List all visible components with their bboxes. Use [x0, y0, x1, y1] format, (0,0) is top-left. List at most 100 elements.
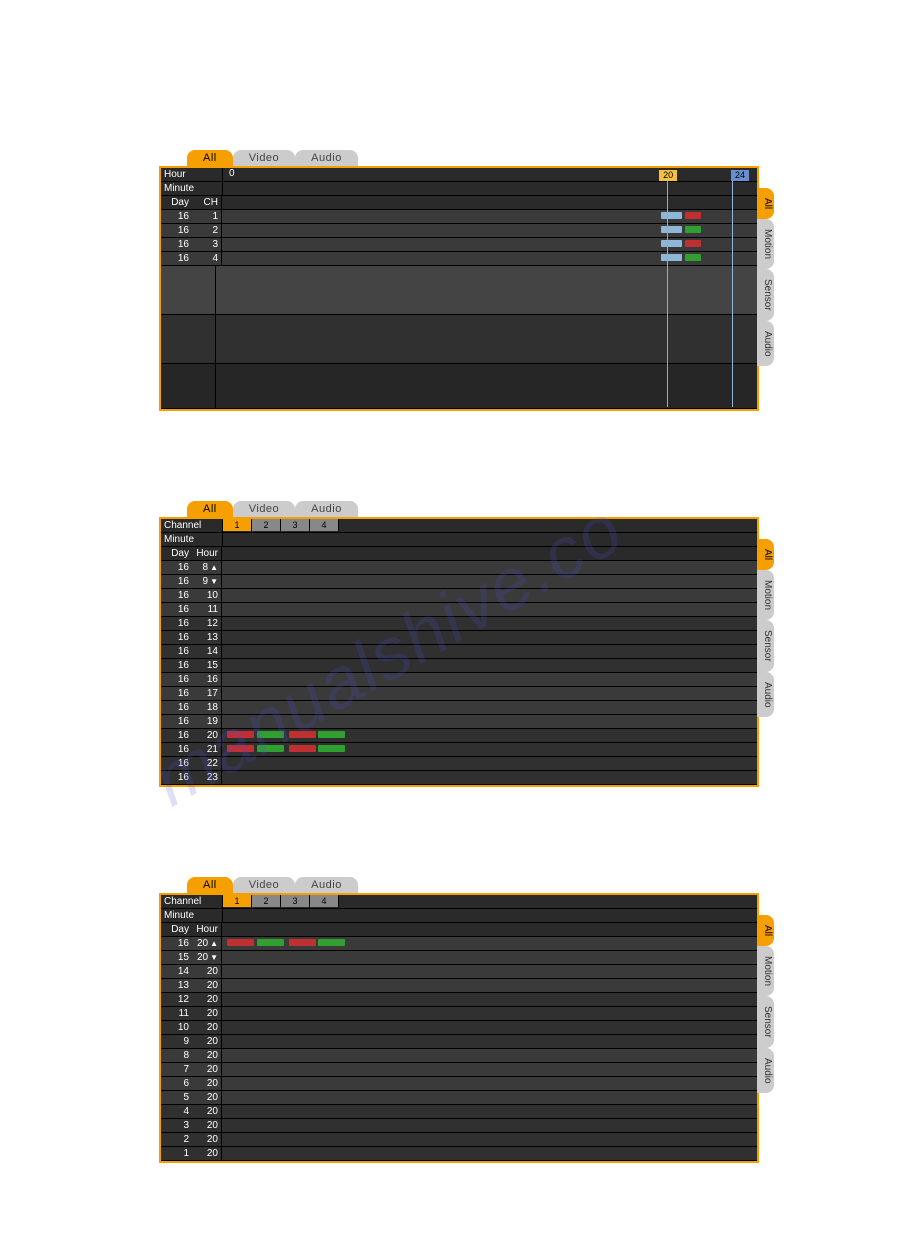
- tab-all[interactable]: All: [187, 877, 233, 893]
- channel-2[interactable]: 2: [252, 895, 281, 907]
- side-motion[interactable]: Motion: [757, 219, 774, 269]
- tab-audio[interactable]: Audio: [295, 150, 358, 166]
- hour-cell: 20: [192, 1092, 221, 1103]
- tab-all[interactable]: All: [187, 501, 233, 517]
- timeline-row[interactable]: [222, 979, 757, 992]
- timeline-row[interactable]: [222, 673, 757, 686]
- timeline-row[interactable]: [222, 1007, 757, 1020]
- side-sensor[interactable]: Sensor: [757, 996, 774, 1048]
- timeline-row[interactable]: [222, 1091, 757, 1104]
- tab-all[interactable]: All: [187, 150, 233, 166]
- day-cell: 16: [161, 702, 192, 713]
- timeline-row[interactable]: [222, 210, 757, 223]
- timeline-row[interactable]: [222, 224, 757, 237]
- side-sensor[interactable]: Sensor: [757, 269, 774, 321]
- hour-cell: 20: [192, 1106, 221, 1117]
- arrow-up-icon[interactable]: ▲: [208, 563, 218, 572]
- day-cell: 16: [161, 744, 192, 755]
- minute-label: Minute: [161, 910, 222, 921]
- day-cell: 5: [161, 1092, 192, 1103]
- timeline-row[interactable]: [222, 1105, 757, 1118]
- timeline-row[interactable]: [222, 589, 757, 602]
- ch-header: CH: [192, 197, 221, 208]
- timeline-row[interactable]: [222, 715, 757, 728]
- channel-1[interactable]: 1: [223, 895, 252, 907]
- side-motion[interactable]: Motion: [757, 946, 774, 996]
- arrow-up-icon[interactable]: ▲: [208, 939, 218, 948]
- channel-4[interactable]: 4: [310, 895, 339, 907]
- side-audio[interactable]: Audio: [757, 672, 774, 718]
- timeline-row[interactable]: [222, 1063, 757, 1076]
- side-audio[interactable]: Audio: [757, 1048, 774, 1094]
- day-cell: 12: [161, 994, 192, 1005]
- arrow-down-icon[interactable]: ▼: [208, 577, 218, 586]
- timeline-row[interactable]: [222, 252, 757, 265]
- timeline-row[interactable]: [222, 659, 757, 672]
- timeline-row[interactable]: [222, 1077, 757, 1090]
- timeline-row[interactable]: [222, 687, 757, 700]
- timeline-row[interactable]: [222, 603, 757, 616]
- hour-cell: 20▲: [192, 938, 221, 949]
- timeline-panel-channel-hour: All Motion Sensor Audio Channel 1 2 3 4 …: [159, 517, 759, 787]
- tab-video[interactable]: Video: [233, 877, 295, 893]
- hour-cell: 20: [192, 994, 221, 1005]
- channel-4[interactable]: 4: [310, 519, 339, 531]
- timeline-row[interactable]: [222, 993, 757, 1006]
- timeline-row[interactable]: [222, 238, 757, 251]
- hour-cell: 16: [192, 674, 221, 685]
- hour-cell: 20: [192, 1148, 221, 1159]
- timeline-row[interactable]: [222, 561, 757, 574]
- channel-label: Channel: [161, 520, 222, 531]
- hour-cell: 20: [192, 1036, 221, 1047]
- timeline-row[interactable]: [222, 1133, 757, 1146]
- hour-cell: 20: [192, 1022, 221, 1033]
- timeline-row[interactable]: [222, 1035, 757, 1048]
- day-cell: 16: [161, 716, 192, 727]
- minute-label: Minute: [161, 183, 222, 194]
- hour-cell: 22: [192, 758, 221, 769]
- day-header: Day: [161, 197, 192, 208]
- hour-cell: 10: [192, 590, 221, 601]
- hour-cell: 8▲: [192, 562, 221, 573]
- hour-header: Hour: [192, 548, 221, 559]
- side-all[interactable]: All: [757, 539, 774, 570]
- day-header: Day: [161, 548, 192, 559]
- day-cell: 13: [161, 980, 192, 991]
- channel-3[interactable]: 3: [281, 895, 310, 907]
- timeline-row[interactable]: [222, 701, 757, 714]
- day-cell: 1: [161, 1148, 192, 1159]
- timeline-row[interactable]: [222, 951, 757, 964]
- tab-audio[interactable]: Audio: [295, 501, 358, 517]
- timeline-row[interactable]: [222, 1147, 757, 1160]
- timeline-row[interactable]: [222, 937, 757, 950]
- tab-audio[interactable]: Audio: [295, 877, 358, 893]
- timeline-row[interactable]: [222, 771, 757, 784]
- channel-2[interactable]: 2: [252, 519, 281, 531]
- timeline-row[interactable]: [222, 631, 757, 644]
- hour-cell: 18: [192, 702, 221, 713]
- channel-3[interactable]: 3: [281, 519, 310, 531]
- channel-label: Channel: [161, 896, 222, 907]
- side-all[interactable]: All: [757, 188, 774, 219]
- timeline-row[interactable]: [222, 743, 757, 756]
- timeline-row[interactable]: [222, 1119, 757, 1132]
- side-motion[interactable]: Motion: [757, 570, 774, 620]
- timeline-row[interactable]: [222, 645, 757, 658]
- timeline-row[interactable]: [222, 757, 757, 770]
- side-audio[interactable]: Audio: [757, 321, 774, 367]
- side-all[interactable]: All: [757, 915, 774, 946]
- hour-cell: 23: [192, 772, 221, 783]
- timeline-row[interactable]: [222, 1049, 757, 1062]
- timeline-row[interactable]: [222, 965, 757, 978]
- timeline-row[interactable]: [222, 617, 757, 630]
- day-cell: 3: [161, 1120, 192, 1131]
- timeline-row[interactable]: [222, 575, 757, 588]
- timeline-row[interactable]: [222, 1021, 757, 1034]
- hour-cell: 19: [192, 716, 221, 727]
- channel-1[interactable]: 1: [223, 519, 252, 531]
- tab-video[interactable]: Video: [233, 501, 295, 517]
- side-sensor[interactable]: Sensor: [757, 620, 774, 672]
- tab-video[interactable]: Video: [233, 150, 295, 166]
- arrow-down-icon[interactable]: ▼: [208, 953, 218, 962]
- timeline-row[interactable]: [222, 729, 757, 742]
